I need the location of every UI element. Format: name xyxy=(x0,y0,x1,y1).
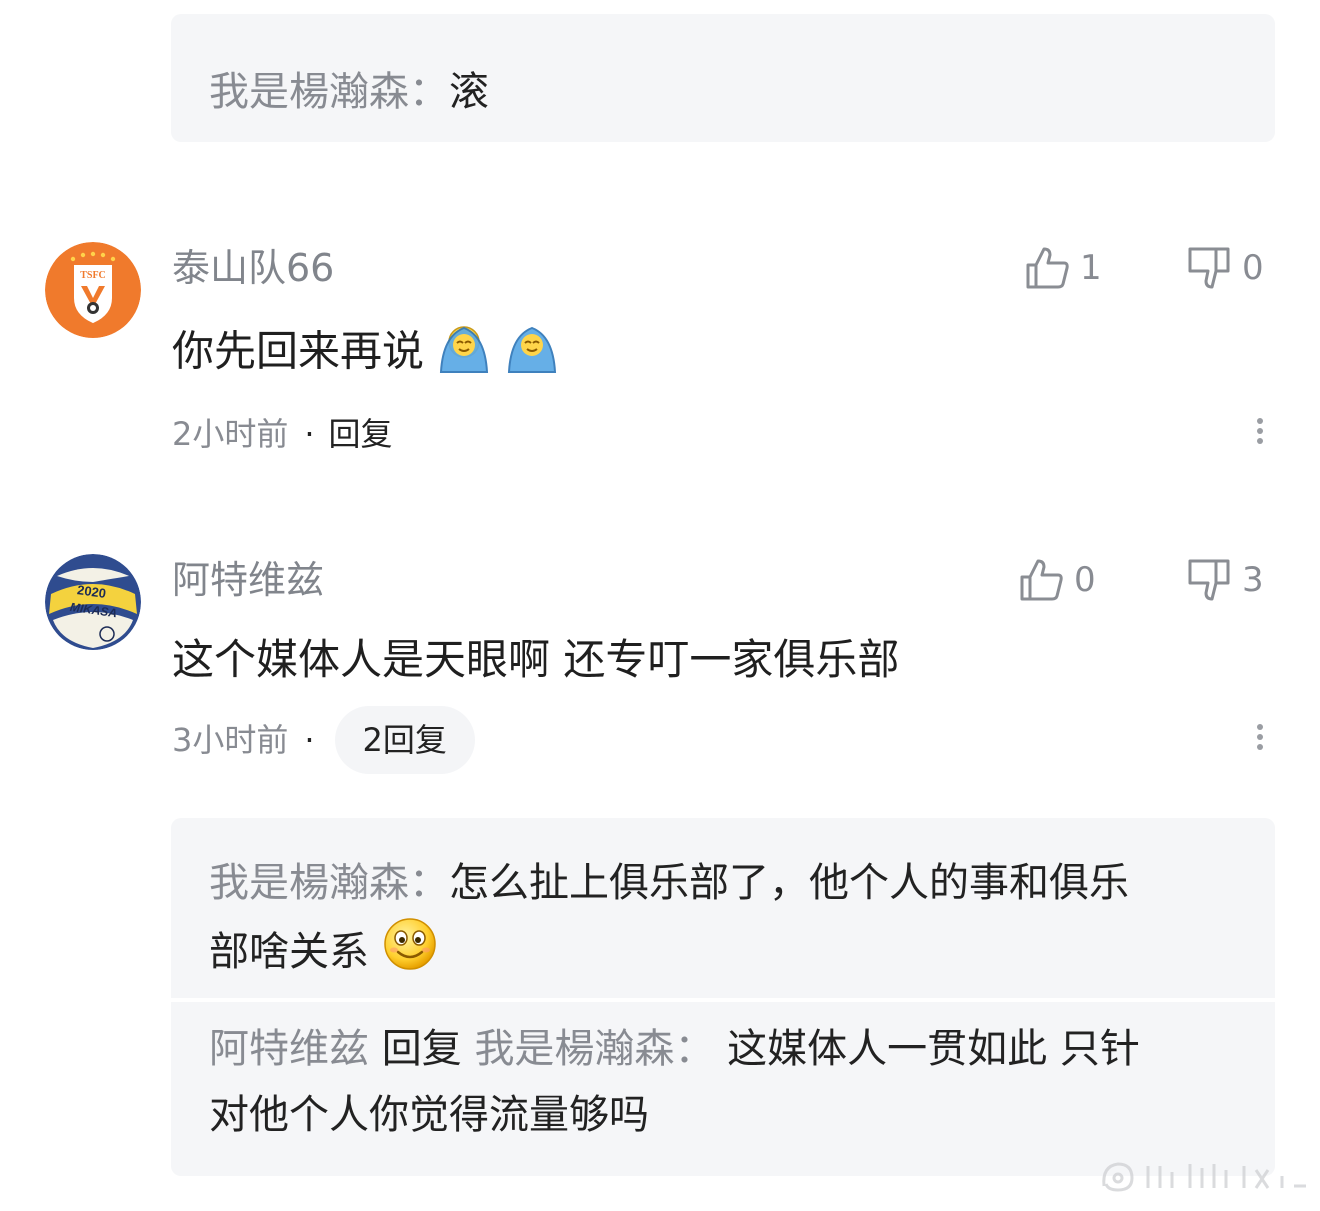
avatar[interactable]: TSFC xyxy=(45,242,141,338)
like-button[interactable]: 1 xyxy=(1024,244,1102,292)
meta-dot: · xyxy=(304,415,315,453)
quoted-reply-line: 我是楊瀚森：滚 xyxy=(209,60,1275,124)
comment-username[interactable]: 阿特维兹 xyxy=(172,556,324,604)
reply-author[interactable]: 我是楊瀚森 xyxy=(209,860,409,906)
comment-text: 这个媒体人是天眼啊 还专叮一家俱乐部 xyxy=(172,635,900,684)
quoted-reply[interactable]: 我是楊瀚森：滚 xyxy=(171,14,1275,142)
like-count: 0 xyxy=(1074,560,1096,600)
reply-text-line2: 部啥关系 xyxy=(209,929,369,975)
thumbs-up-icon xyxy=(1020,559,1063,601)
reply-item[interactable]: 我是楊瀚森：怎么扯上俱乐部了，他个人的事和俱乐 部啥关系 xyxy=(171,818,1275,998)
reply-button[interactable]: 回复 xyxy=(329,415,393,453)
reply-line: 对他个人你觉得流量够吗 xyxy=(209,1082,1215,1148)
reply-separator: ： xyxy=(409,860,449,906)
thumbs-down-icon xyxy=(1188,559,1230,601)
dislike-count: 3 xyxy=(1242,560,1264,600)
reply-line: 阿特维兹 回复 我是楊瀚森： 这媒体人一贯如此 只针 xyxy=(209,1016,1215,1082)
quoted-reply-author[interactable]: 我是楊瀚森 xyxy=(209,69,409,115)
comment-feed: 我是楊瀚森：滚 TSFC 泰山队66 你先回来再说 2小时前 · 回复 1 0 … xyxy=(0,0,1320,1211)
watermark-logo xyxy=(1098,1156,1310,1196)
more-vertical-icon[interactable] xyxy=(1250,720,1270,760)
reply-text-line2: 对他个人你觉得流量够吗 xyxy=(209,1092,649,1138)
thumbs-up-icon xyxy=(1026,247,1069,289)
reply-item[interactable]: 阿特维兹 回复 我是楊瀚森： 这媒体人一贯如此 只针 对他个人你觉得流量够吗 xyxy=(171,1002,1275,1176)
svg-text:TSFC: TSFC xyxy=(80,270,106,281)
dislike-count: 0 xyxy=(1242,248,1264,288)
blanket-emoji-icon xyxy=(505,320,559,388)
comment-username[interactable]: 泰山队66 xyxy=(172,244,334,292)
view-replies-button[interactable]: 2回复 xyxy=(334,706,475,774)
tsfc-club-logo-icon: TSFC xyxy=(45,242,141,338)
reply-list: 我是楊瀚森：怎么扯上俱乐部了，他个人的事和俱乐 部啥关系 阿特维兹 回复 我是楊… xyxy=(171,818,1275,1176)
reply-separator: ： xyxy=(674,1026,715,1072)
comment-meta: 2小时前 · 回复 xyxy=(172,412,393,456)
thumbs-down-icon xyxy=(1188,247,1230,289)
dislike-button[interactable]: 0 xyxy=(1186,244,1264,292)
quoted-reply-separator: ： xyxy=(409,69,449,115)
comment-content: 你先回来再说 xyxy=(172,320,559,388)
quoted-reply-text: 滚 xyxy=(449,69,489,115)
reply-text-line1: 怎么扯上俱乐部了，他个人的事和俱乐 xyxy=(449,860,1129,906)
more-vertical-icon[interactable] xyxy=(1250,414,1270,454)
avatar[interactable]: 2020 MIKASA xyxy=(45,554,141,650)
reply-line: 部啥关系 xyxy=(209,916,1215,992)
blanket-emoji-icon xyxy=(437,320,491,388)
meta-dot: · xyxy=(304,721,315,759)
like-button[interactable]: 0 xyxy=(1018,556,1096,604)
smile-emoji-icon xyxy=(382,916,438,992)
comment-meta: 3小时前 · 2回复 xyxy=(172,706,475,774)
mikasa-volleyball-icon: 2020 MIKASA xyxy=(45,554,141,650)
dislike-button[interactable]: 3 xyxy=(1186,556,1264,604)
reply-text-line1: 这媒体人一贯如此 只针 xyxy=(727,1026,1140,1072)
comment-time: 3小时前 xyxy=(172,721,289,759)
reply-target[interactable]: 我是楊瀚森 xyxy=(474,1026,674,1072)
like-count: 1 xyxy=(1080,248,1102,288)
reply-line: 我是楊瀚森：怎么扯上俱乐部了，他个人的事和俱乐 xyxy=(209,850,1215,916)
reply-author[interactable]: 阿特维兹 xyxy=(209,1026,369,1072)
comment-text: 你先回来再说 xyxy=(172,326,425,376)
reply-word: 回复 xyxy=(381,1026,462,1072)
comment-time: 2小时前 xyxy=(172,415,289,453)
